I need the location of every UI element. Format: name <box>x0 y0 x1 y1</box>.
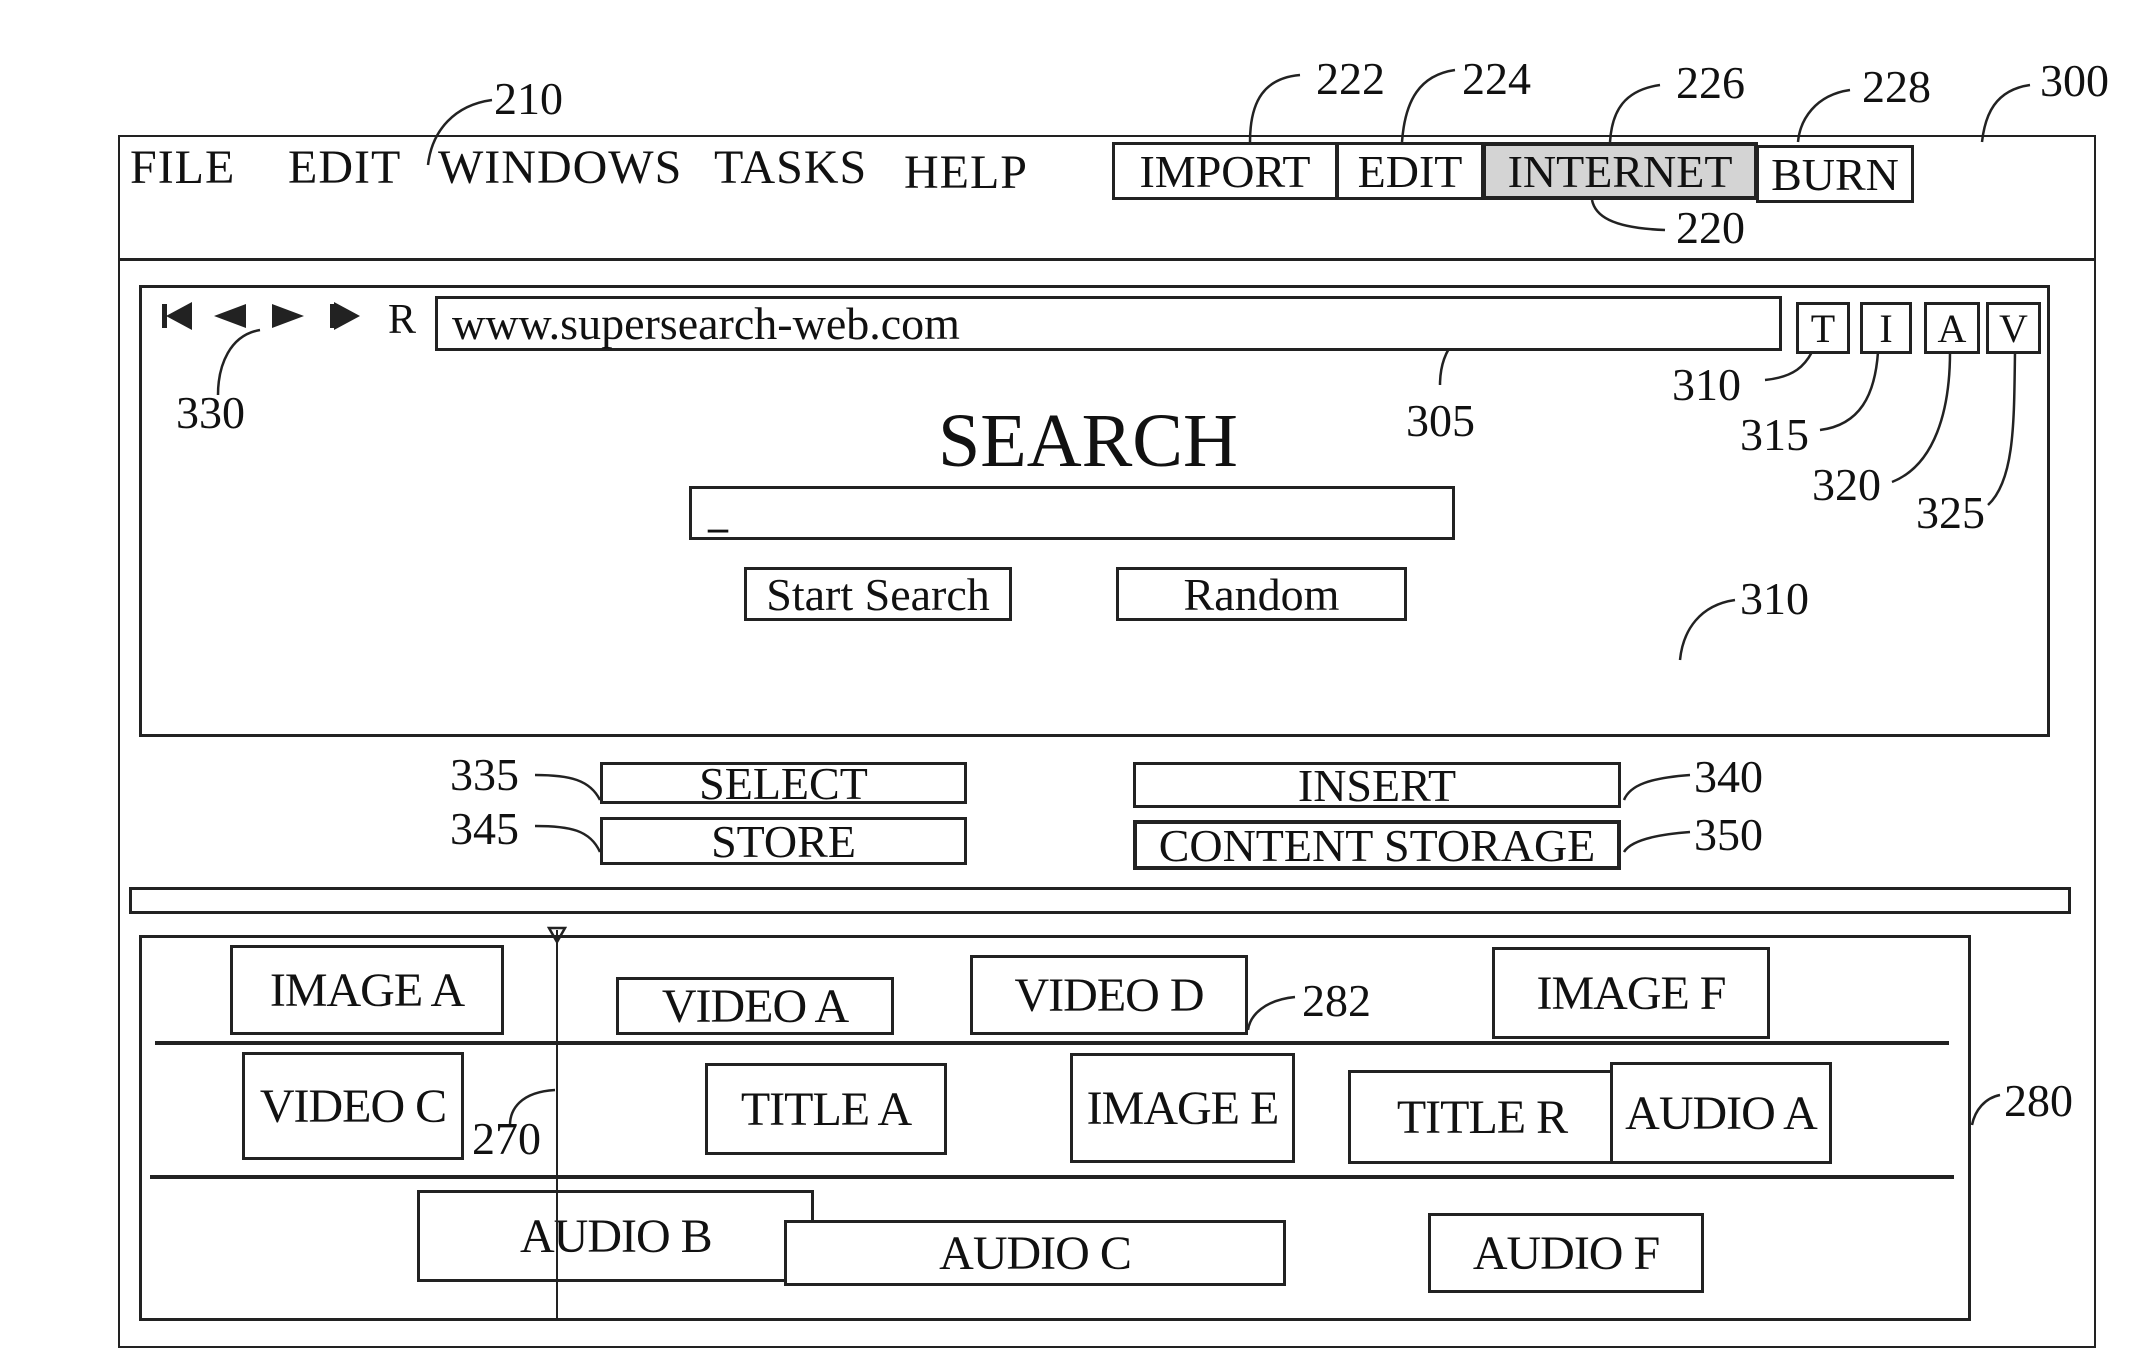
ref-300: 300 <box>2040 55 2109 106</box>
menu-help[interactable]: HELP <box>904 145 1028 200</box>
ref-315: 315 <box>1740 409 1809 460</box>
content-storage-button[interactable]: CONTENT STORAGE <box>1133 820 1621 871</box>
menu-file[interactable]: FILE <box>130 140 235 195</box>
menubar-divider <box>118 258 2096 261</box>
refresh-button[interactable]: R <box>388 296 416 344</box>
tab-edit[interactable]: EDIT <box>1336 142 1484 200</box>
clip-image-a[interactable]: IMAGE A <box>230 945 504 1035</box>
ref-222: 222 <box>1316 53 1385 104</box>
store-button[interactable]: STORE <box>600 816 967 867</box>
clip-video-a[interactable]: VIDEO A <box>616 977 894 1035</box>
ref-224: 224 <box>1462 53 1531 104</box>
ref-226: 226 <box>1676 57 1745 108</box>
rewind-icon[interactable] <box>162 298 198 334</box>
clip-video-c[interactable]: VIDEO C <box>242 1052 464 1160</box>
back-icon[interactable] <box>212 298 248 334</box>
timeline-scrollbar[interactable] <box>129 887 2071 914</box>
ref-270: 270 <box>472 1113 541 1164</box>
menu-edit[interactable]: EDIT <box>288 140 401 195</box>
clip-video-d[interactable]: VIDEO D <box>970 955 1248 1035</box>
filter-image-button[interactable]: I <box>1860 302 1912 354</box>
playhead[interactable] <box>556 930 558 1320</box>
ref-350: 350 <box>1694 809 1763 860</box>
ref-345: 345 <box>450 803 519 854</box>
ref-320: 320 <box>1812 459 1881 510</box>
playhead-handle-icon[interactable] <box>547 926 567 946</box>
clip-image-f[interactable]: IMAGE F <box>1492 947 1770 1039</box>
fast-forward-icon[interactable] <box>328 298 364 334</box>
ref-210: 210 <box>494 73 563 124</box>
menu-tasks[interactable]: TASKS <box>714 140 867 195</box>
track-divider <box>155 1041 1949 1045</box>
start-search-button[interactable]: Start Search <box>744 567 1012 621</box>
clip-audio-f[interactable]: AUDIO F <box>1428 1213 1704 1293</box>
clip-audio-c[interactable]: AUDIO C <box>784 1220 1286 1286</box>
clip-title-a[interactable]: TITLE A <box>705 1063 947 1155</box>
url-field[interactable]: www.supersearch-web.com <box>435 296 1782 351</box>
menu-windows[interactable]: WINDOWS <box>438 140 682 195</box>
ref-228: 228 <box>1862 61 1931 112</box>
tab-import[interactable]: IMPORT <box>1112 142 1338 200</box>
ref-282: 282 <box>1302 975 1371 1026</box>
clip-title-r[interactable]: TITLE R <box>1348 1070 1616 1164</box>
search-title: SEARCH <box>938 399 1238 483</box>
ref-280: 280 <box>2004 1075 2073 1126</box>
tab-burn[interactable]: BURN <box>1756 145 1914 203</box>
track-divider <box>150 1175 1954 1179</box>
ref-335: 335 <box>450 749 519 800</box>
forward-icon[interactable] <box>270 298 306 334</box>
random-button[interactable]: Random <box>1116 567 1407 621</box>
ref-310-panel: 310 <box>1740 573 1809 624</box>
clip-image-e[interactable]: IMAGE E <box>1070 1053 1295 1163</box>
clip-audio-a[interactable]: AUDIO A <box>1610 1062 1832 1164</box>
filter-text-button[interactable]: T <box>1796 302 1850 354</box>
filter-audio-button[interactable]: A <box>1924 302 1980 354</box>
filter-video-button[interactable]: V <box>1986 302 2041 354</box>
ref-220: 220 <box>1676 202 1745 253</box>
ref-305: 305 <box>1406 395 1475 446</box>
insert-button[interactable]: INSERT <box>1133 760 1621 811</box>
clip-audio-b[interactable]: AUDIO B <box>417 1190 814 1282</box>
ref-325: 325 <box>1916 487 1985 538</box>
tab-internet[interactable]: INTERNET <box>1482 142 1758 200</box>
search-input[interactable]: _ <box>689 486 1455 540</box>
ref-330: 330 <box>176 387 245 438</box>
ref-340: 340 <box>1694 751 1763 802</box>
select-button[interactable]: SELECT <box>600 758 967 809</box>
ref-310: 310 <box>1672 359 1741 410</box>
